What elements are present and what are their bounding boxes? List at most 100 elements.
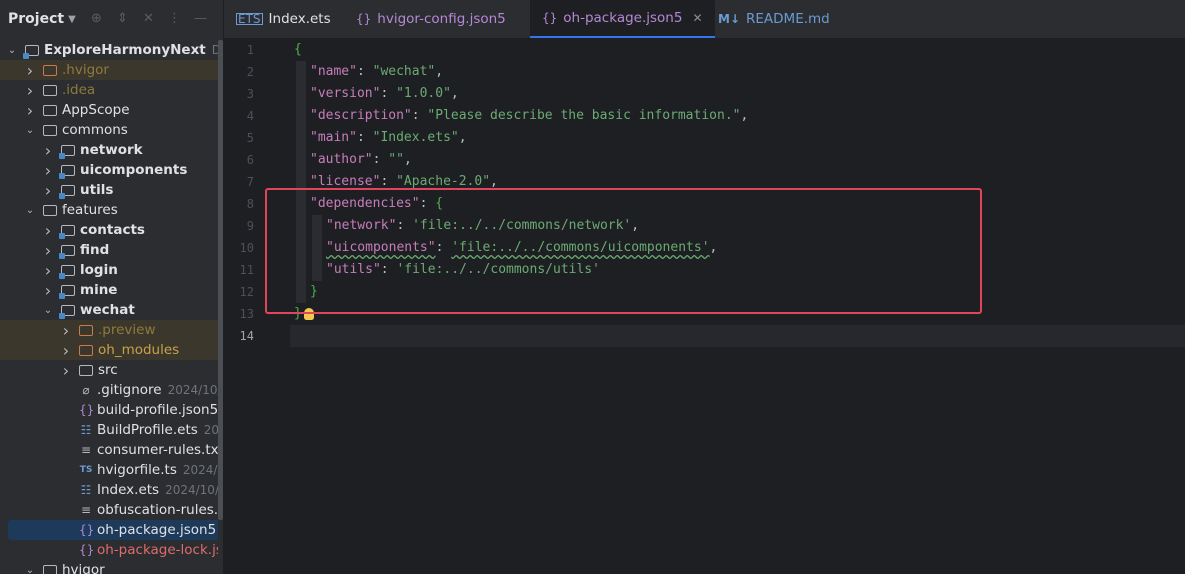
code-line-content: { bbox=[294, 42, 302, 57]
hide-icon[interactable]: — bbox=[192, 10, 209, 27]
tree-item[interactable]: › uicomponents bbox=[0, 160, 223, 180]
expand-all-icon[interactable]: ⇕ bbox=[114, 10, 131, 27]
chevron-right-icon[interactable]: › bbox=[42, 281, 54, 300]
chevron-right-icon[interactable]: › bbox=[42, 241, 54, 260]
folder-icon bbox=[43, 84, 57, 96]
tree-item[interactable]: › AppScope bbox=[0, 100, 223, 120]
chevron-right-icon[interactable]: › bbox=[42, 181, 54, 200]
tree-item-label: oh_modules bbox=[98, 342, 180, 358]
ets-file-icon: ☷ bbox=[80, 483, 92, 497]
tree-item[interactable]: › mine bbox=[0, 280, 223, 300]
tree-item[interactable]: ≡consumer-rules.txt2 bbox=[0, 440, 223, 460]
tree-item[interactable]: › .preview bbox=[0, 320, 223, 340]
tree-item-label: login bbox=[80, 262, 118, 278]
code-line-content: "license": "Apache-2.0", bbox=[294, 174, 498, 189]
code-line[interactable]: "name": "wechat", bbox=[294, 61, 1185, 83]
tree-item[interactable]: › network bbox=[0, 140, 223, 160]
tree-item[interactable]: › login bbox=[0, 260, 223, 280]
chevron-right-icon[interactable]: › bbox=[24, 101, 36, 120]
chevron-down-icon[interactable]: ⌄ bbox=[24, 125, 36, 136]
code-token: "description" bbox=[310, 108, 412, 123]
tree-item[interactable]: ⌄ExploreHarmonyNextD:\harm bbox=[0, 40, 223, 60]
tree-item[interactable]: {}oh-package.json520 bbox=[8, 520, 223, 540]
code-line-content: "main": "Index.ets", bbox=[294, 130, 467, 145]
tree-item-label: .gitignore bbox=[97, 382, 162, 398]
code-token: "version" bbox=[310, 86, 381, 101]
chevron-right-icon[interactable]: › bbox=[60, 361, 72, 380]
chevron-right-icon[interactable]: › bbox=[24, 81, 36, 100]
line-number: 14 bbox=[239, 329, 254, 343]
tab-index-ets[interactable]: ETS Index.ets bbox=[224, 0, 343, 38]
tree-item[interactable]: › utils bbox=[0, 180, 223, 200]
chevron-right-icon[interactable]: › bbox=[60, 321, 72, 340]
tree-item[interactable]: › src bbox=[0, 360, 223, 380]
tree-item[interactable]: › .idea bbox=[0, 80, 223, 100]
code-line-content: "name": "wechat", bbox=[294, 64, 443, 79]
code-line[interactable]: { bbox=[294, 39, 1185, 61]
code-token: "Apache-2.0" bbox=[396, 174, 491, 189]
folder-icon bbox=[43, 204, 57, 216]
line-number: 5 bbox=[246, 131, 254, 145]
tree-item[interactable]: {}oh-package-lock.json bbox=[0, 540, 223, 560]
code-token: : bbox=[356, 64, 373, 79]
locate-icon[interactable]: ⊕ bbox=[88, 10, 105, 27]
tree-item[interactable]: TS hvigorfile.ts 2024/10/ bbox=[0, 460, 223, 480]
code-token: , bbox=[435, 64, 444, 79]
tree-item-label: .idea bbox=[62, 82, 96, 98]
tab-oh-package-json5[interactable]: {} oh-package.json5 ✕ bbox=[530, 0, 715, 38]
tree-item[interactable]: ⌄ commons bbox=[0, 120, 223, 140]
tree-item[interactable]: {}build-profile.json52 bbox=[0, 400, 223, 420]
code-line[interactable]: "author": "", bbox=[294, 149, 1185, 171]
tree-item-label: contacts bbox=[80, 222, 145, 238]
text-file-icon: ≡ bbox=[80, 503, 92, 517]
tree-item[interactable]: ⌄ features bbox=[0, 200, 223, 220]
close-icon[interactable]: ✕ bbox=[692, 11, 702, 25]
ets-file-icon: ☷ bbox=[80, 423, 92, 437]
code-line[interactable] bbox=[290, 325, 1185, 347]
tree-item-label: hvigor bbox=[62, 562, 105, 574]
tree-item[interactable]: ≡ obfuscation-rules.txt bbox=[0, 500, 223, 520]
tree-item[interactable]: ☷BuildProfile.ets2024 bbox=[0, 420, 223, 440]
tab-readme-md[interactable]: M↓ README.md bbox=[706, 0, 842, 38]
chevron-right-icon[interactable]: › bbox=[42, 221, 54, 240]
code-token: "1.0.0" bbox=[396, 86, 451, 101]
tree-item[interactable]: ⌀ .gitignore 2024/10/25 bbox=[0, 380, 223, 400]
chevron-right-icon[interactable]: › bbox=[24, 61, 36, 80]
chevron-right-icon[interactable]: › bbox=[42, 261, 54, 280]
tree-item[interactable]: › oh_modules bbox=[0, 340, 223, 360]
chevron-right-icon[interactable]: › bbox=[42, 161, 54, 180]
module-folder-icon bbox=[59, 264, 75, 279]
chevron-right-icon[interactable]: › bbox=[60, 341, 72, 360]
md-file-icon: M↓ bbox=[718, 12, 740, 26]
project-panel: Project ▼ ⊕ ⇕ ✕ ⋮ — ⌄ExploreHarmonyNextD… bbox=[0, 0, 223, 574]
tree-item[interactable]: › contacts bbox=[0, 220, 223, 240]
code-token: , bbox=[450, 86, 459, 101]
code-token: , bbox=[740, 108, 749, 123]
tree-item[interactable]: ☷ Index.ets 2024/10/25 bbox=[0, 480, 223, 500]
tree-item[interactable]: ⌄ wechat bbox=[0, 300, 223, 320]
code-line[interactable]: "main": "Index.ets", bbox=[294, 127, 1185, 149]
project-title[interactable]: Project bbox=[8, 11, 64, 27]
chevron-down-icon[interactable]: ⌄ bbox=[24, 205, 36, 216]
editor-tab-bar: ETS Index.ets {} hvigor-config.json5 {} oh-pa… bbox=[224, 0, 1185, 39]
gitignore-file-icon: ⌀ bbox=[82, 383, 90, 397]
code-token: , bbox=[458, 130, 467, 145]
tree-item-label: src bbox=[98, 362, 118, 378]
code-line[interactable]: "version": "1.0.0", bbox=[294, 83, 1185, 105]
options-icon[interactable]: ⋮ bbox=[166, 10, 183, 27]
chevron-down-icon[interactable]: ⌄ bbox=[42, 305, 54, 316]
chevron-down-icon[interactable]: ⌄ bbox=[24, 565, 36, 574]
tree-item[interactable]: › .hvigor bbox=[0, 60, 223, 80]
tree-item-meta: 2024/10/25 bbox=[165, 483, 223, 497]
chevron-down-icon[interactable]: ⌄ bbox=[6, 45, 18, 56]
line-number: 1 bbox=[246, 43, 254, 57]
code-token: : bbox=[380, 86, 397, 101]
chevron-right-icon[interactable]: › bbox=[42, 141, 54, 160]
code-line[interactable]: "description": "Please describe the basi… bbox=[294, 105, 1185, 127]
tree-item[interactable]: ⌄ hvigor bbox=[0, 560, 223, 574]
chevron-down-icon[interactable]: ▼ bbox=[68, 14, 76, 25]
collapse-all-icon[interactable]: ✕ bbox=[140, 10, 157, 27]
tab-hvigor-config-json5[interactable]: {} hvigor-config.json5 bbox=[344, 0, 518, 38]
tree-item[interactable]: › find bbox=[0, 240, 223, 260]
dependencies-highlight-box bbox=[265, 188, 982, 314]
